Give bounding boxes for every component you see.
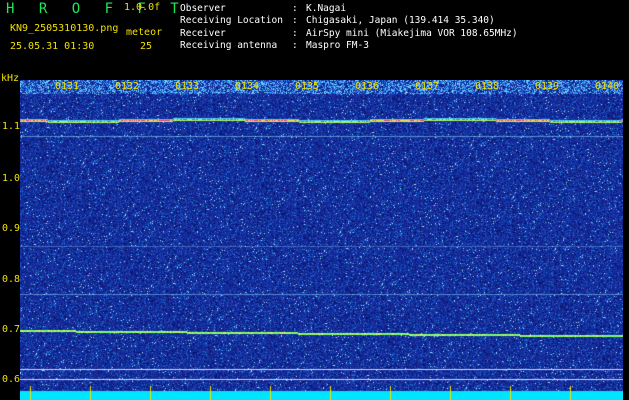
time-tick-label: 0139 xyxy=(535,81,560,92)
antenna-label: Receiving antenna xyxy=(180,40,278,52)
observer-value: K.Nagai xyxy=(306,3,347,14)
antenna-value: Maspro FM-3 xyxy=(306,40,369,52)
time-tick-label: 0133 xyxy=(175,81,200,92)
time-tick-label: 0131 xyxy=(55,81,80,92)
separator: : xyxy=(292,15,298,27)
y-tick-label: 0.6 xyxy=(2,374,21,385)
separator: : xyxy=(292,40,298,52)
observer-row: Observer: K.Nagai xyxy=(180,3,518,15)
time-tick-label: 0138 xyxy=(475,81,500,92)
time-tick-label: 0137 xyxy=(415,81,440,92)
spectrogram-plot xyxy=(20,80,623,400)
location-row: Receiving Location: Chigasaki, Japan (139… xyxy=(180,15,518,27)
meteor-count: 25 xyxy=(140,41,153,52)
antenna-row: Receiving antenna: Maspro FM-3 xyxy=(180,40,518,52)
separator: : xyxy=(292,3,298,14)
separator: : xyxy=(292,27,298,39)
y-tick-label: 1.0 xyxy=(2,173,21,184)
frequency-unit-label: kHz xyxy=(1,73,20,84)
filename-label: KN9_2505310130.png xyxy=(10,23,119,34)
time-tick-label: 0140 xyxy=(595,81,620,92)
datetime-label: 25.05.31 01:30 xyxy=(10,41,95,52)
spectrogram-canvas xyxy=(20,80,623,400)
y-tick-label: 1.1 xyxy=(2,121,21,132)
y-tick-label: 0.9 xyxy=(2,223,21,234)
location-value: Chigasaki, Japan (139.414 35.340) xyxy=(306,15,495,27)
time-tick-label: 0132 xyxy=(115,81,140,92)
observer-label: Observer xyxy=(180,3,226,14)
y-tick-label: 0.8 xyxy=(2,274,21,285)
time-tick-label: 0136 xyxy=(355,81,380,92)
receiver-row: Receiver: AirSpy mini (Miakejima VOR 108.… xyxy=(180,28,518,40)
y-tick-label: 0.7 xyxy=(2,324,21,335)
time-tick-label: 0134 xyxy=(235,81,260,92)
location-label: Receiving Location xyxy=(180,15,283,27)
header-panel: H R O F F T 1.0.0f KN9_2505310130.png 25… xyxy=(0,0,629,80)
version-label: 1.0.0f xyxy=(124,2,161,13)
time-tick-label: 0135 xyxy=(295,81,320,92)
receiver-label: Receiver xyxy=(180,27,226,39)
observation-info: Observer: K.Nagai Receiving Location: Chig… xyxy=(180,3,518,53)
meteor-label: meteor xyxy=(126,27,163,38)
receiver-value: AirSpy mini (Miakejima VOR 108.65MHz) xyxy=(306,27,518,39)
